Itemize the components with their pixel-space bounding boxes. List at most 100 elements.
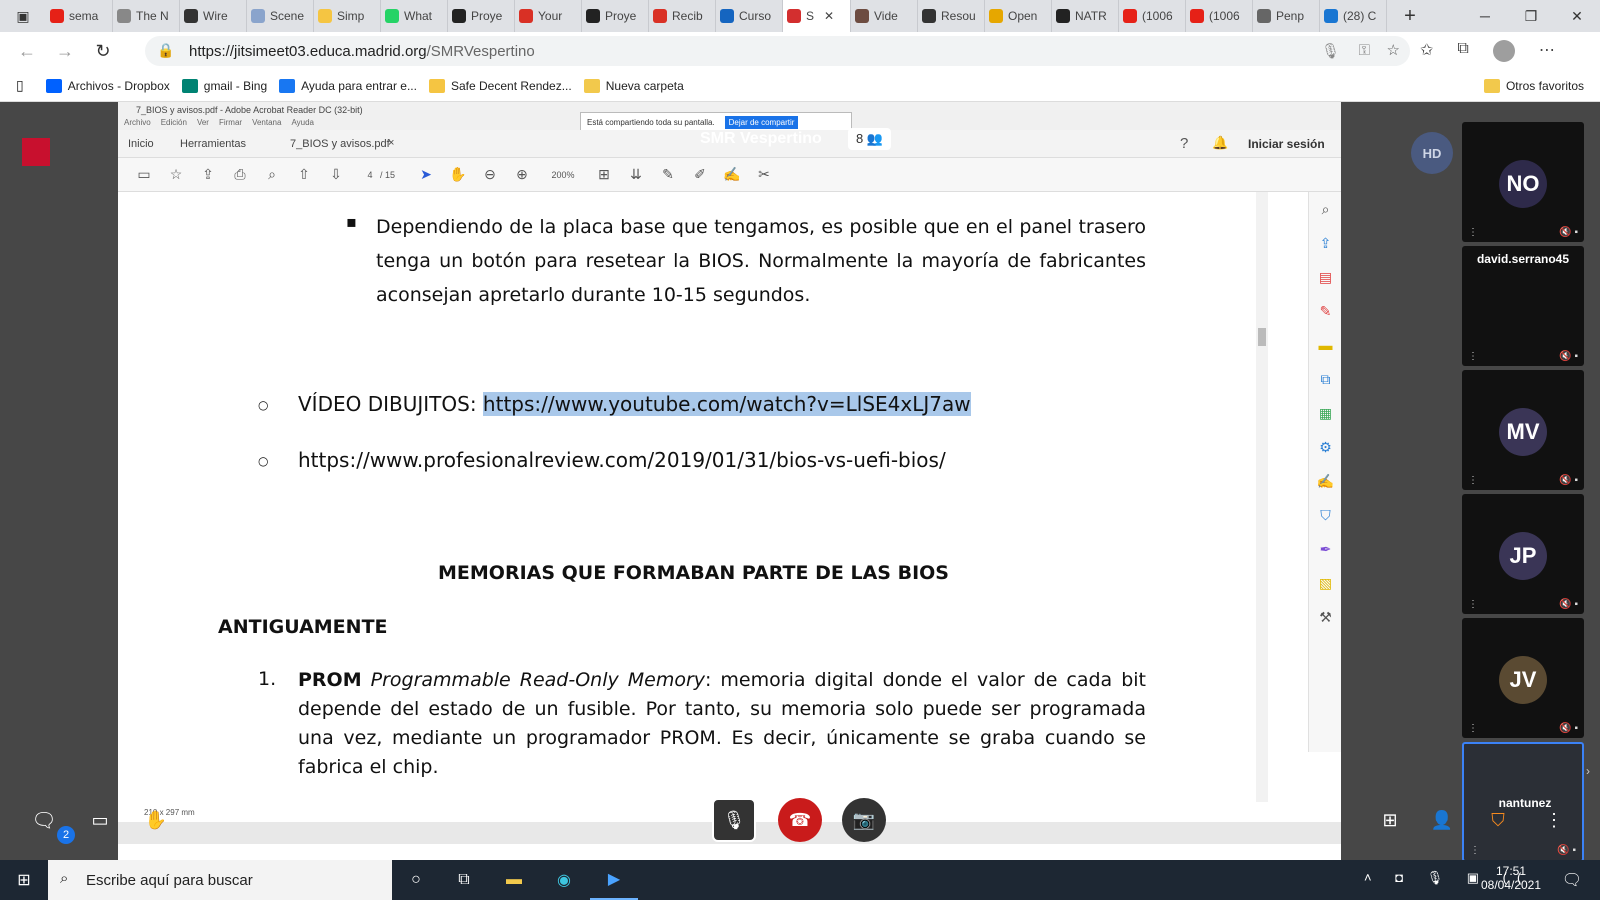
favorite-star-icon[interactable]: ☆ [1387, 41, 1400, 59]
microphone-icon[interactable]: 🎙 [1321, 42, 1340, 60]
browser-tab[interactable]: Recib [649, 0, 716, 32]
pdf-page[interactable]: ▪ Dependiendo de la placa base que tenga… [118, 192, 1306, 860]
browser-tab[interactable]: Penp [1253, 0, 1320, 32]
browser-tab[interactable]: (1006 [1119, 0, 1186, 32]
browser-tab[interactable]: Scene [247, 0, 314, 32]
other-favorites[interactable]: Otros favoritos [1483, 78, 1584, 93]
acrobat-menu-item[interactable]: Ver [197, 118, 209, 127]
participant-tile[interactable]: david.serrano45 🔇 ▪ ⋮ [1462, 246, 1584, 366]
browser-tab[interactable]: Proye [448, 0, 515, 32]
help-icon[interactable]: ? [1180, 135, 1188, 152]
close-window-button[interactable]: ✕ [1554, 0, 1600, 32]
new-tab-button[interactable]: + [1387, 0, 1433, 32]
bookmark-item[interactable]: Safe Decent Rendez... [428, 78, 572, 93]
protect-icon[interactable]: ⛉ [1309, 498, 1341, 532]
expand-arrow-icon[interactable]: › [1586, 764, 1590, 778]
browser-tab[interactable]: S ✕ [783, 0, 851, 32]
prev-page-icon[interactable]: ⇧ [288, 166, 320, 183]
acrobat-menu-item[interactable]: Firmar [219, 118, 242, 127]
tile-menu-icon[interactable]: ⋮ [1470, 845, 1480, 856]
screen-share-button[interactable]: ▭ [78, 798, 122, 842]
zoom-tool-icon[interactable]: ⌕ [1309, 192, 1341, 226]
edit-pdf-icon[interactable]: ✎ [1309, 294, 1341, 328]
maximize-button[interactable]: ❐ [1508, 0, 1554, 32]
cortana-icon[interactable]: ○ [392, 860, 440, 900]
browser-tab[interactable]: NATR [1052, 0, 1119, 32]
send-icon[interactable]: ▧ [1309, 566, 1341, 600]
bookmark-star-icon[interactable]: ☆ [160, 166, 192, 183]
comment-tool-icon[interactable]: ▬ [1309, 328, 1341, 362]
participant-tile[interactable]: MV 🔇 ▪ ⋮ [1462, 370, 1584, 490]
print-icon[interactable]: ⎙ [224, 166, 256, 183]
security-button[interactable]: ⛉ [1476, 798, 1520, 842]
browser-tab[interactable]: What [381, 0, 448, 32]
scroll-thumb[interactable] [1258, 328, 1266, 346]
microphone-button[interactable]: 🎙 [712, 798, 756, 842]
acrobat-menu-item[interactable]: Ayuda [291, 118, 314, 127]
more-tools-icon[interactable]: ⚒ [1309, 600, 1341, 634]
browser-tab[interactable]: (1006 [1186, 0, 1253, 32]
self-avatar[interactable]: HD [1411, 132, 1453, 174]
more-icon[interactable]: ⋯ [1539, 40, 1555, 62]
clock[interactable]: 17:51 08/04/2021 [1476, 864, 1546, 892]
export-pdf-icon[interactable]: ⇪ [1309, 226, 1341, 260]
task-view-icon[interactable]: ⧉ [440, 860, 488, 900]
bookmark-item[interactable]: gmail - Bing [181, 78, 267, 93]
acrobat-menu-item[interactable]: Edición [161, 118, 187, 127]
organize-icon[interactable]: ▦ [1309, 396, 1341, 430]
tile-view-button[interactable]: ⊞ [1368, 798, 1412, 842]
tile-menu-icon[interactable]: ⋮ [1468, 723, 1478, 734]
zoom-search-icon[interactable]: ⌕ [256, 166, 288, 183]
participant-tile[interactable]: JV 🔇 ▪ ⋮ [1462, 618, 1584, 738]
camera-button[interactable]: 📷 [842, 798, 886, 842]
close-tab-icon[interactable]: × [388, 137, 394, 149]
sign-icon[interactable]: ✍ [716, 166, 748, 183]
bookmark-item[interactable]: Archivos - Dropbox [45, 78, 170, 93]
comment-icon[interactable]: ✎ [652, 166, 684, 183]
notifications-icon[interactable]: 🗨 [1548, 860, 1596, 900]
reload-button[interactable]: ↻ [84, 32, 122, 70]
create-pdf-icon[interactable]: ▤ [1309, 260, 1341, 294]
jitsi-app-icon[interactable]: ▶ [590, 860, 638, 900]
browser-tab[interactable]: Proye [582, 0, 649, 32]
invite-button[interactable]: 👤 [1420, 798, 1464, 842]
browser-tab[interactable]: Curso [716, 0, 783, 32]
upload-icon[interactable]: ⇪ [192, 166, 224, 183]
sign-in-link[interactable]: Iniciar sesión [1248, 137, 1325, 151]
next-page-icon[interactable]: ⇩ [320, 166, 352, 183]
key-icon[interactable]: ⚿ [1359, 42, 1370, 59]
more-actions-button[interactable]: ⋮ [1532, 798, 1576, 842]
browser-tab[interactable]: Simp [314, 0, 381, 32]
tab-actions-icon[interactable]: ▣ [0, 0, 46, 32]
raise-hand-button[interactable]: ✋ [134, 798, 178, 842]
video-link[interactable]: https://www.youtube.com/watch?v=LlSE4xLJ… [482, 392, 971, 416]
browser-tab[interactable]: Open [985, 0, 1052, 32]
select-cursor-icon[interactable]: ➤ [410, 166, 442, 183]
save-icon[interactable]: ▭ [128, 166, 160, 183]
highlight-icon[interactable]: ✐ [684, 166, 716, 183]
page-fit-icon[interactable]: ⊞ [588, 166, 620, 183]
minimize-button[interactable]: ─ [1462, 0, 1508, 32]
acrobat-menu-item[interactable]: Ventana [252, 118, 281, 127]
scroll-mode-icon[interactable]: ⇊ [620, 166, 652, 183]
sign-tool-icon[interactable]: ✒ [1309, 532, 1341, 566]
close-tab-icon[interactable]: ✕ [824, 9, 834, 23]
tile-menu-icon[interactable]: ⋮ [1468, 227, 1478, 238]
hand-tool-icon[interactable]: ✋ [442, 166, 474, 183]
zoom-out-icon[interactable]: ⊖ [474, 166, 506, 183]
vertical-scrollbar[interactable] [1256, 192, 1268, 802]
bookmark-item[interactable]: Ayuda para entrar e... [279, 78, 417, 93]
participant-tile[interactable]: JP 🔇 ▪ ⋮ [1462, 494, 1584, 614]
page-number-input[interactable]: 4 [360, 170, 380, 180]
bookmark-item[interactable]: Nueva carpeta [583, 78, 684, 93]
start-button[interactable]: ⊞ [0, 860, 48, 900]
browser-tab[interactable]: The N [113, 0, 180, 32]
participant-count[interactable]: 8 👥 [848, 128, 892, 150]
zoom-level[interactable]: 200% [538, 170, 588, 180]
file-explorer-icon[interactable]: ▬ [490, 860, 538, 900]
forward-button[interactable]: → [46, 32, 84, 70]
favorites-icon[interactable]: ✩ [1420, 40, 1433, 62]
tile-menu-icon[interactable]: ⋮ [1468, 351, 1478, 362]
zoom-in-icon[interactable]: ⊕ [506, 166, 538, 183]
stop-sharing-button[interactable]: Dejar de compartir [724, 115, 799, 129]
